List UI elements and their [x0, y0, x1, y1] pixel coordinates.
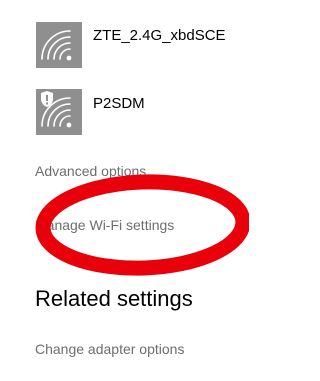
change-adapter-options-link[interactable]: Change adapter options — [35, 341, 184, 357]
manage-wifi-settings-link[interactable]: Manage Wi-Fi settings — [35, 217, 174, 233]
wifi-signal-shield-icon — [36, 89, 82, 135]
network-item-zte[interactable]: ZTE_2.4G_xbdSCE — [0, 0, 249, 68]
network-item-p2sdm[interactable]: P2SDM — [0, 62, 249, 135]
advanced-options-link[interactable]: Advanced options — [35, 163, 146, 179]
network-name: P2SDM — [93, 95, 145, 112]
network-name: ZTE_2.4G_xbdSCE — [93, 27, 226, 44]
related-settings-heading: Related settings — [35, 286, 193, 311]
network-panel: ZTE_2.4G_xbdSCE P2SDM Advanced options M… — [0, 0, 249, 381]
